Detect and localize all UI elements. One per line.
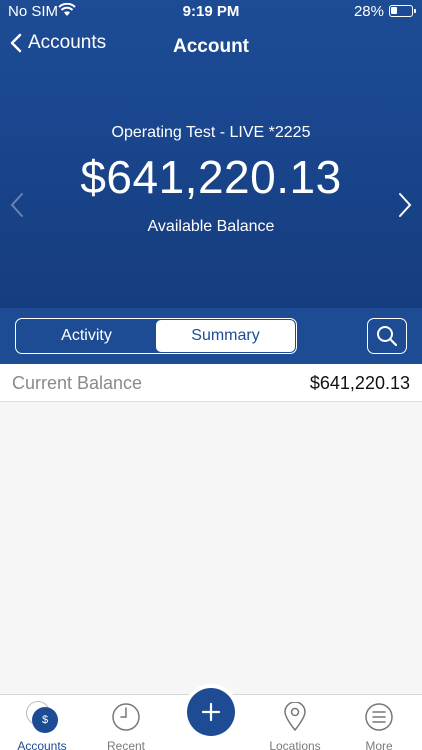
search-icon xyxy=(377,326,398,347)
battery-icon xyxy=(389,5,416,17)
tab-locations[interactable]: Locations xyxy=(253,701,337,750)
navigation-bar: Accounts Account xyxy=(0,26,422,70)
location-pin-icon xyxy=(284,702,306,732)
account-hero: Operating Test - LIVE *2225 $641,220.13 … xyxy=(0,72,422,308)
accounts-badge: $ xyxy=(32,707,58,733)
available-balance-amount: $641,220.13 xyxy=(80,151,342,203)
page-title: Account xyxy=(173,36,249,57)
menu-icon xyxy=(365,703,393,731)
segmented-control: Activity Summary xyxy=(15,318,297,354)
tab-recent[interactable]: Recent xyxy=(84,701,168,750)
tab-more[interactable]: More xyxy=(337,701,421,750)
tab-more-label: More xyxy=(365,739,393,750)
tab-activity[interactable]: Activity xyxy=(17,320,156,352)
battery-percent: 28% xyxy=(353,3,384,20)
current-balance-value: $641,220.13 xyxy=(309,373,410,393)
chevron-left-icon xyxy=(10,193,23,217)
plus-icon xyxy=(201,702,221,722)
add-button[interactable] xyxy=(187,688,235,736)
accounts-icon: $ xyxy=(26,701,58,733)
chevron-right-icon xyxy=(399,193,412,217)
tab-summary[interactable]: Summary xyxy=(156,320,295,352)
previous-account-button[interactable] xyxy=(10,192,24,223)
tab-recent-label: Recent xyxy=(106,739,146,750)
available-balance-label: Available Balance xyxy=(147,218,275,235)
segment-bar: Activity Summary xyxy=(0,308,422,364)
summary-row-current-balance: Current Balance $641,220.13 xyxy=(0,364,422,402)
tab-accounts[interactable]: $ Accounts xyxy=(0,701,84,750)
status-bar: No SIM 9:19 PM 28% xyxy=(0,0,422,24)
account-name: Operating Test - LIVE *2225 xyxy=(111,124,311,141)
tab-locations-label: Locations xyxy=(269,739,321,750)
next-account-button[interactable] xyxy=(398,192,412,223)
search-button[interactable] xyxy=(367,318,407,354)
clock-icon xyxy=(112,703,140,731)
tab-accounts-label: Accounts xyxy=(17,739,67,750)
current-balance-label: Current Balance xyxy=(12,373,143,393)
